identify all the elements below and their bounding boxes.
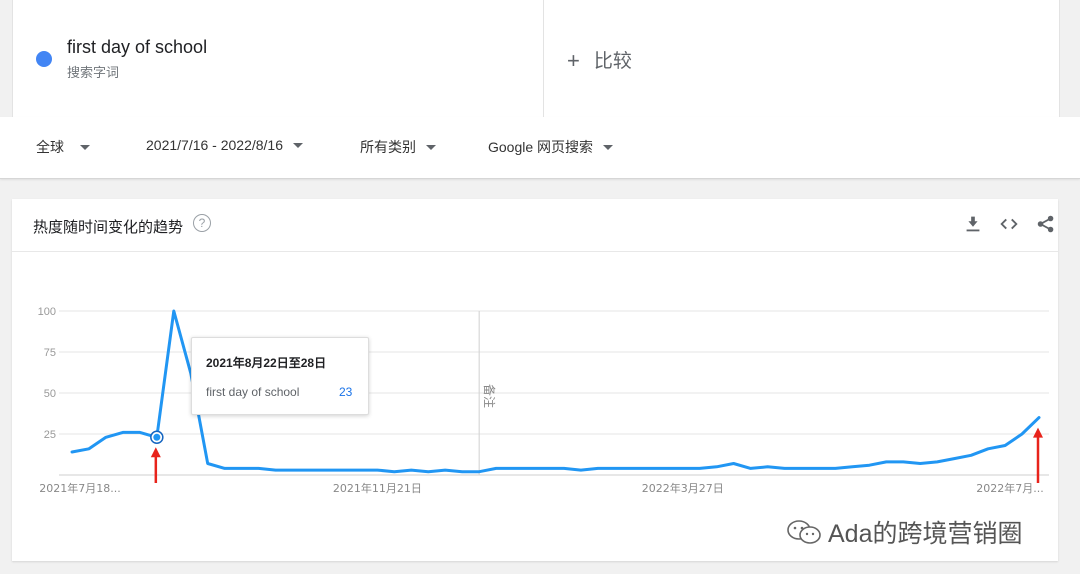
wechat-icon	[787, 520, 821, 544]
interest-over-time-card: 热度随时间变化的趋势 ? 25 50 75 100 备注 2021年7月18... 20…	[12, 199, 1058, 561]
red-arrow	[150, 447, 161, 483]
x-tick-label: 2022年3月27日	[642, 481, 724, 495]
date-range-label: 2021/7/16 - 2022/8/16	[146, 137, 284, 153]
search-term-bar: first day of school 搜索字词 + 比较	[12, 0, 1060, 117]
filter-bar: 全球 2021/7/16 - 2022/8/16 所有类别 Google 网页搜…	[0, 117, 1080, 179]
term-color-dot	[36, 51, 52, 67]
y-tick-label: 75	[44, 347, 56, 359]
note-label: 备注	[482, 384, 497, 408]
arrow-head	[150, 447, 161, 458]
term-type: 搜索字词	[67, 65, 120, 80]
x-tick-label: 2021年7月18...	[39, 481, 120, 495]
search-type-filter[interactable]: Google 网页搜索	[488, 137, 614, 157]
region-label: 全球	[36, 139, 64, 155]
tooltip-date: 2021年8月22日至28日	[206, 356, 327, 370]
region-filter[interactable]: 全球	[36, 137, 90, 157]
tooltip-value: 23	[339, 385, 353, 399]
compare-label: 比较	[593, 51, 632, 72]
compare-button[interactable]: + 比较	[567, 46, 632, 73]
y-tick-label: 25	[44, 429, 56, 441]
term-name[interactable]: first day of school	[67, 37, 207, 58]
data-tooltip: 2021年8月22日至28日 first day of school 23	[191, 337, 369, 415]
arrow-head	[1033, 427, 1043, 438]
search-term-card[interactable]: first day of school 搜索字词	[13, 0, 544, 117]
caret-down-icon	[293, 142, 304, 148]
y-tick-label: 100	[38, 306, 56, 318]
caret-down-icon	[426, 144, 436, 150]
search-type-label: Google 网页搜索	[488, 139, 594, 155]
trend-chart: 25 50 75 100 备注 2021年7月18... 2021年11月21日 2022…	[38, 306, 1049, 495]
category-filter[interactable]: 所有类别	[360, 137, 436, 157]
caret-down-icon	[80, 144, 90, 150]
y-tick-label: 50	[44, 388, 56, 400]
category-label: 所有类别	[360, 139, 416, 155]
tooltip-term: first day of school	[206, 385, 300, 399]
x-tick-label: 2021年11月21日	[333, 481, 422, 495]
watermark-text: Ada的跨境营销圈	[828, 520, 1023, 548]
date-range-filter[interactable]: 2021/7/16 - 2022/8/16	[146, 137, 304, 153]
plus-icon: +	[567, 48, 580, 73]
caret-down-icon	[603, 144, 614, 150]
x-tick-label: 2022年7月...	[976, 481, 1043, 495]
watermark: Ada的跨境营销圈	[786, 514, 1022, 550]
highlight-point	[153, 433, 161, 441]
